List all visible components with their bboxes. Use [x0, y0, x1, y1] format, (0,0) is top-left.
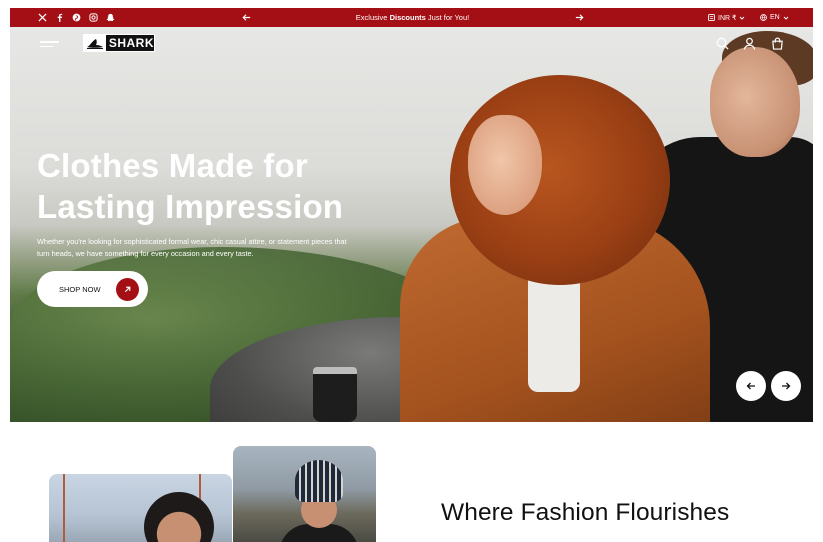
hero-description: Whether you're looking for sophisticated…	[37, 237, 347, 258]
section-title: Where Fashion Flourishes	[441, 499, 730, 526]
snapchat-icon[interactable]	[106, 13, 115, 22]
account-icon[interactable]	[743, 37, 756, 50]
model-portrait	[144, 492, 214, 542]
logo-text: SHARK	[108, 36, 154, 50]
arrow-left-icon	[746, 382, 755, 390]
previous-announcement-icon[interactable]	[241, 12, 252, 23]
promo-highlight: Discounts	[389, 13, 426, 22]
currency-label: INR ₹	[718, 14, 737, 22]
hero-headline-line-1: Clothes Made for	[37, 147, 308, 184]
hero-banner: SHARK Clothes Made for Lasting Impressio…	[10, 27, 813, 422]
hero-mug	[313, 367, 357, 422]
instagram-icon[interactable]	[89, 13, 98, 22]
currency-selector[interactable]: INR ₹	[708, 8, 745, 27]
facebook-icon[interactable]	[55, 13, 64, 22]
hero-model-man-face	[710, 47, 800, 157]
model-beanie	[295, 460, 343, 502]
logo[interactable]: SHARK	[83, 34, 155, 52]
fashion-photo-swing	[49, 474, 232, 542]
promo-suffix: Just for You!	[427, 13, 470, 22]
promo-message: Exclusive Discounts Just for You!	[310, 8, 515, 27]
arrow-right-icon	[782, 382, 791, 390]
hero-model-woman-face	[468, 115, 542, 215]
shop-now-button[interactable]: SHOP NOW	[37, 271, 148, 307]
hero-headline: Clothes Made for Lasting Impression	[37, 145, 343, 227]
currency-icon	[708, 14, 715, 21]
social-links	[38, 8, 115, 27]
previous-slide-button[interactable]	[736, 371, 766, 401]
hero-headline-line-2: Lasting Impression	[37, 188, 344, 225]
chevron-down-icon	[783, 16, 789, 20]
promo-prefix: Exclusive	[355, 13, 388, 22]
language-label: EN	[770, 14, 780, 21]
shark-logo-icon	[84, 35, 106, 51]
shop-now-label: SHOP NOW	[59, 284, 101, 294]
announcement-bar: Exclusive Discounts Just for You! INR ₹ …	[10, 8, 813, 27]
cart-icon[interactable]	[771, 37, 784, 50]
pinterest-icon[interactable]	[72, 13, 81, 22]
next-slide-button[interactable]	[771, 371, 801, 401]
menu-icon[interactable]	[40, 41, 59, 50]
search-icon[interactable]	[716, 37, 729, 50]
language-selector[interactable]: EN	[760, 8, 789, 27]
swing-rope	[63, 474, 65, 542]
globe-icon	[760, 14, 767, 21]
chevron-down-icon	[740, 16, 745, 20]
fashion-photo-beanie	[233, 446, 376, 542]
next-announcement-icon[interactable]	[574, 12, 585, 23]
arrow-up-right-icon	[116, 277, 139, 301]
x-icon[interactable]	[38, 13, 47, 22]
